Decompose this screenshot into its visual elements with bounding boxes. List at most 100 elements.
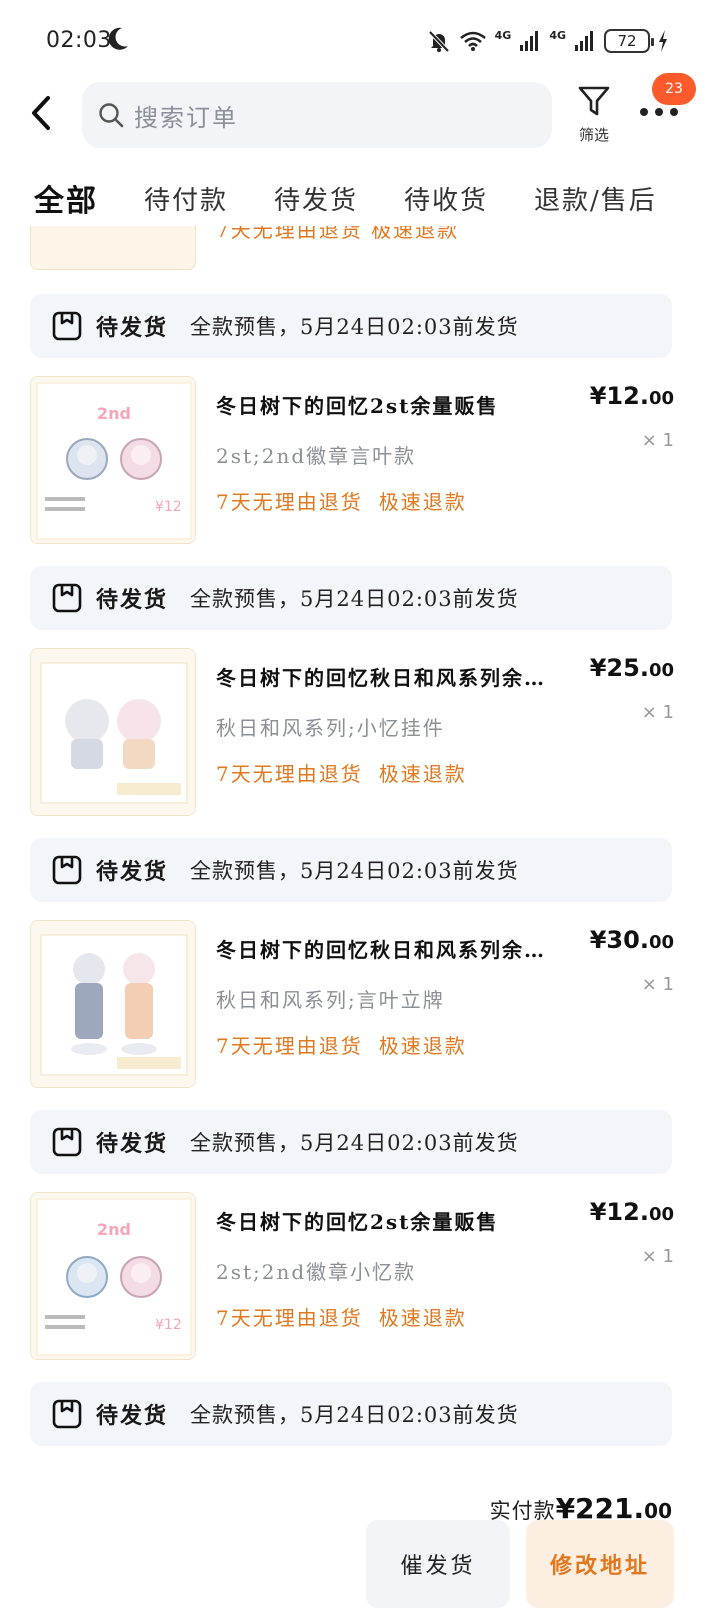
search-input[interactable]: 搜索订单	[82, 82, 552, 148]
more-dot-icon	[640, 108, 648, 116]
tab-all[interactable]: 全部	[34, 176, 98, 220]
shipment-status-bar: 待发货 全款预售，5月24日02:03前发货	[30, 838, 672, 902]
tab-pending-payment[interactable]: 待付款	[144, 180, 228, 217]
product-spec: 秋日和风系列;言叶立牌	[216, 988, 445, 1012]
tag-7day-return: 7天无理由退货	[216, 1034, 363, 1058]
product-spec: 2st;2nd徽章小忆款	[216, 1260, 417, 1284]
order-item[interactable]: 2nd ¥12 冬日树下的回忆2st余量贩售 2st;2nd徽章小忆款 7天无理…	[30, 1192, 680, 1362]
tag-7day-return: 7天无理由退货	[216, 490, 363, 514]
svg-text:2nd: 2nd	[97, 1220, 131, 1239]
tag-fast-refund: 极速退款	[378, 1034, 467, 1058]
order-actions: 催发货 修改地址	[366, 1520, 676, 1608]
more-dot-icon	[655, 108, 663, 116]
product-thumbnail[interactable]: 2nd ¥12	[30, 376, 196, 544]
keychain-product-image	[31, 649, 195, 815]
tab-pending-shipment[interactable]: 待发货	[274, 180, 358, 217]
order-status-label: 待发货	[96, 1403, 169, 1429]
price-decimal: 00	[648, 932, 674, 953]
presale-note: 全款预售，5月24日02:03前发货	[190, 1131, 519, 1155]
filter-button[interactable]: 筛选	[574, 84, 614, 145]
product-title: 冬日树下的回忆秋日和风系列余…	[216, 938, 546, 962]
more-dot-icon	[670, 108, 678, 116]
package-icon	[52, 583, 82, 613]
tag-7day-return: 7天无理由退货	[216, 1306, 363, 1330]
price-decimal: 00	[648, 388, 674, 409]
standee-product-image	[31, 921, 195, 1087]
filter-label: 筛选	[578, 126, 609, 144]
tag-fast-refund: 极速退款	[378, 490, 467, 514]
price-integer: ¥12.	[589, 1198, 649, 1226]
charging-icon	[659, 30, 667, 52]
tab-refund-aftersale[interactable]: 退款/售后	[534, 180, 657, 217]
price-integer: ¥25.	[589, 654, 649, 682]
tag-fast-refund: 极速退款	[378, 762, 467, 786]
shipment-status-bar: 待发货 全款预售，5月24日02:03前发货	[30, 1382, 672, 1446]
product-title: 冬日树下的回忆秋日和风系列余…	[216, 666, 546, 690]
shipment-status-bar: 待发货 全款预售，5月24日02:03前发货	[30, 294, 672, 358]
filter-icon	[578, 86, 610, 116]
order-list: 7天无理由退货 极速退款 待发货 全款预售，5月24日02:03前发货 2nd …	[0, 226, 720, 1608]
network-type-2: 4G	[549, 28, 566, 42]
wifi-icon	[459, 31, 486, 51]
product-thumbnail[interactable]	[30, 920, 196, 1088]
service-tags: 7天无理由退货 极速退款	[216, 486, 467, 515]
price-decimal: 00	[648, 1204, 674, 1225]
product-spec: 2st;2nd徽章言叶款	[216, 444, 417, 468]
package-icon	[52, 311, 82, 341]
search-placeholder: 搜索订单	[134, 103, 238, 132]
moon-icon	[108, 27, 128, 50]
presale-note: 全款预售，5月24日02:03前发货	[190, 315, 519, 339]
product-quantity: × 1	[641, 702, 674, 723]
order-status-label: 待发货	[96, 587, 169, 613]
order-item[interactable]: 2nd ¥12 冬日树下的回忆2st余量贩售 2st;2nd徽章言叶款 7天无理…	[30, 376, 680, 546]
product-thumbnail[interactable]: 2nd ¥12	[30, 1192, 196, 1360]
package-icon	[52, 1399, 82, 1429]
back-arrow-icon[interactable]	[26, 94, 60, 132]
product-price: ¥30.00	[590, 926, 674, 954]
price-integer: ¥30.	[589, 926, 649, 954]
shipment-status-bar: 待发货 全款预售，5月24日02:03前发货	[30, 566, 672, 630]
price-decimal: 00	[648, 660, 674, 681]
clock: 02:03	[46, 28, 112, 53]
order-item[interactable]: 冬日树下的回忆秋日和风系列余… 秋日和风系列;言叶立牌 7天无理由退货 极速退款 …	[30, 920, 680, 1090]
product-title: 冬日树下的回忆2st余量贩售	[216, 394, 499, 418]
urge-shipment-button[interactable]: 催发货	[366, 1520, 510, 1608]
signal-icon-2	[575, 31, 593, 51]
product-thumbnail[interactable]	[30, 226, 196, 270]
svg-text:2nd: 2nd	[97, 404, 131, 423]
presale-note: 全款预售，5月24日02:03前发货	[190, 587, 519, 611]
order-tabs: 全部 待付款 待发货 待收货 退款/售后	[0, 170, 720, 226]
product-price: ¥25.00	[590, 654, 674, 682]
battery-indicator: 72	[604, 29, 654, 53]
product-price: ¥12.00	[590, 1198, 674, 1226]
product-spec: 秋日和风系列;小忆挂件	[216, 716, 445, 740]
price-integer: ¥12.	[589, 382, 649, 410]
badge-product-image: 2nd ¥12	[31, 377, 195, 543]
service-tags: 7天无理由退货 极速退款	[216, 226, 460, 242]
service-tags: 7天无理由退货 极速退款	[216, 1302, 467, 1331]
mute-bell-icon	[428, 30, 450, 53]
presale-note: 全款预售，5月24日02:03前发货	[190, 859, 519, 883]
status-icons: 4G 4G 72	[427, 26, 668, 56]
edit-address-button[interactable]: 修改地址	[526, 1520, 674, 1608]
product-thumbnail[interactable]	[30, 648, 196, 816]
shipment-status-bar: 待发货 全款预售，5月24日02:03前发货	[30, 1110, 672, 1174]
tag-fast-refund: 极速退款	[378, 1306, 467, 1330]
order-item[interactable]: 冬日树下的回忆秋日和风系列余… 秋日和风系列;小忆挂件 7天无理由退货 极速退款 …	[30, 648, 680, 818]
product-price: ¥12.00	[590, 382, 674, 410]
product-quantity: × 1	[641, 1246, 674, 1267]
badge-product-image: 2nd ¥12	[31, 1193, 195, 1359]
service-tags: 7天无理由退货 极速退款	[216, 758, 467, 787]
product-quantity: × 1	[641, 430, 674, 451]
network-type-1: 4G	[494, 28, 512, 42]
package-icon	[52, 1127, 82, 1157]
product-quantity: × 1	[641, 974, 674, 995]
signal-icon	[520, 31, 539, 51]
more-options-button[interactable]	[638, 108, 680, 120]
order-status-label: 待发货	[96, 1131, 169, 1157]
order-status-label: 待发货	[96, 859, 169, 885]
tab-pending-receipt[interactable]: 待收货	[404, 180, 488, 217]
tag-7day-return: 7天无理由退货	[216, 762, 363, 786]
search-icon	[99, 103, 124, 128]
top-header: 搜索订单 筛选	[0, 80, 720, 160]
